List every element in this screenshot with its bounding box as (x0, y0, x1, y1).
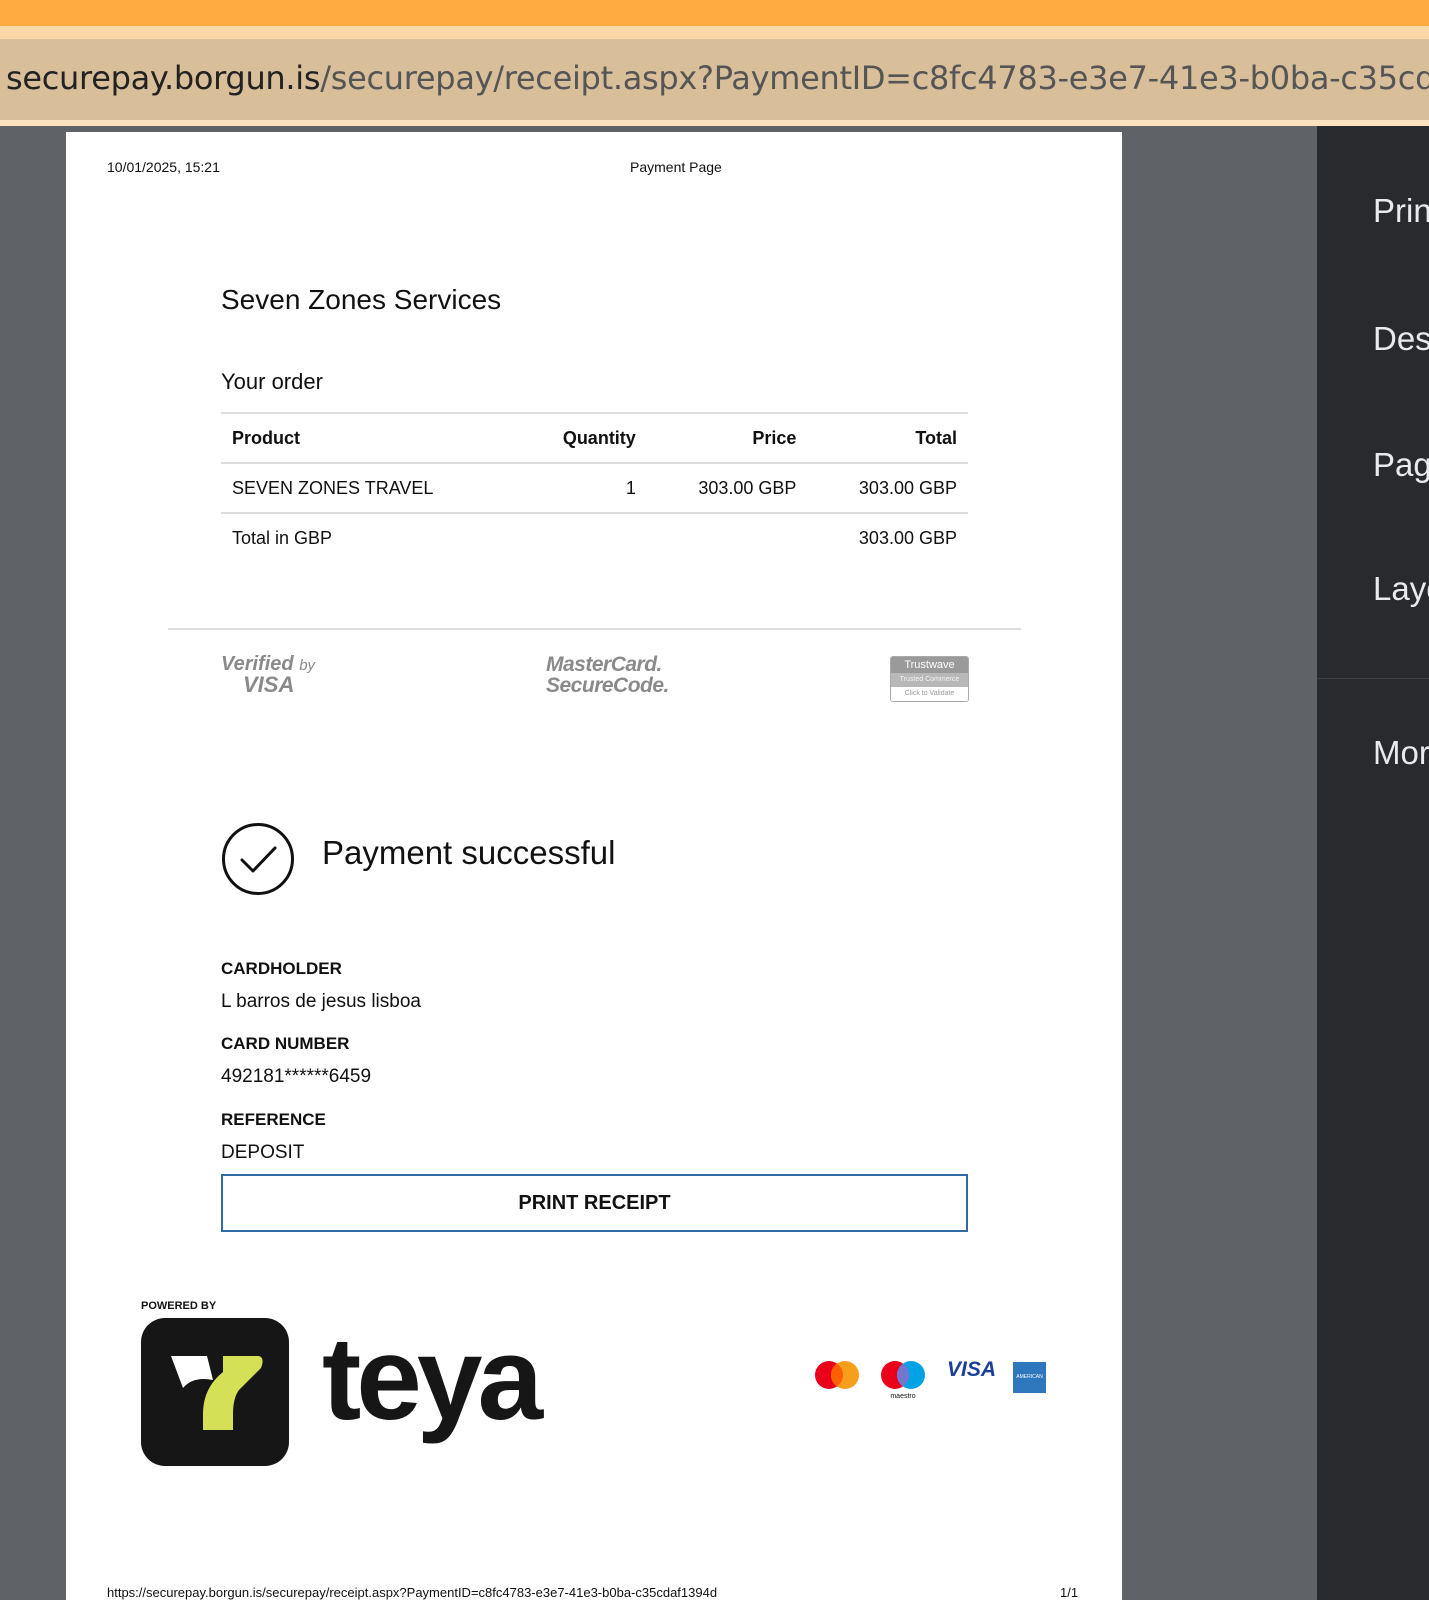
url-path: /securepay/receipt.aspx?PaymentID=c8fc47… (320, 59, 1429, 97)
browser-top-bar-highlight (0, 26, 1429, 39)
trustwave-validate: Click to Validate (891, 687, 968, 701)
item-price: 303.00 GBP (646, 463, 808, 514)
card-number-label: CARD NUMBER (221, 1034, 350, 1053)
column-quantity: Quantity (519, 412, 647, 464)
mastercard-securecode-logo: MasterCard. SecureCode. (546, 654, 669, 696)
maestro-icon: maestro (881, 1361, 925, 1400)
reference-value: DEPOSIT (221, 1142, 305, 1163)
teya-logo-icon (141, 1318, 289, 1466)
msc-securecode: SecureCode. (546, 674, 669, 697)
address-bar[interactable]: securepay.borgun.is/securepay/receipt.as… (0, 39, 1429, 120)
trustwave-trusted-commerce: Trusted Commerce (891, 673, 968, 687)
print-title: Print (1373, 192, 1429, 229)
item-quantity: 1 (519, 463, 647, 514)
destination-setting[interactable]: Dest (1373, 320, 1429, 358)
vbv-by: by (299, 657, 316, 674)
print-header-datetime: 10/01/2025, 15:21 (107, 159, 220, 175)
msc-mastercard: MasterCard. (546, 653, 662, 676)
verified-by-visa-logo: Verified by VISA (221, 654, 315, 696)
cardholder-value: L barros de jesus lisboa (221, 991, 421, 1012)
url-host: securepay.borgun.is (6, 59, 321, 97)
card-number-value: 492181******6459 (221, 1066, 372, 1087)
teya-wordmark: teya (322, 1313, 543, 1445)
cardholder-label: CARDHOLDER (221, 959, 342, 978)
address-bar-border (0, 120, 1429, 126)
settings-divider (1317, 678, 1429, 679)
more-settings[interactable]: Mor (1373, 734, 1429, 772)
column-product: Product (221, 412, 520, 464)
print-footer-page: 1/1 (1060, 1585, 1079, 1600)
print-settings-panel: Print Dest Page Layo Mor (1317, 126, 1429, 1600)
order-heading: Your order (221, 369, 323, 394)
merchant-name: Seven Zones Services (221, 284, 502, 315)
pages-setting[interactable]: Page (1373, 446, 1429, 484)
order-table-header: Product Quantity Price Total (221, 412, 968, 464)
print-footer-url: https://securepay.borgun.is/securepay/re… (107, 1585, 718, 1600)
trustwave-seal[interactable]: Trustwave Trusted Commerce Click to Vali… (890, 656, 969, 702)
payment-status: Payment successful (322, 834, 616, 871)
item-total: 303.00 GBP (807, 463, 968, 514)
checkmark-circle-icon (222, 823, 294, 895)
amex-icon: AMERICAN EXPRESS (1013, 1362, 1046, 1411)
column-price: Price (646, 412, 808, 464)
order-table: Product Quantity Price Total SEVEN ZONES… (221, 412, 968, 563)
print-receipt-button[interactable]: PRINT RECEIPT (221, 1174, 968, 1232)
browser-top-bar (0, 0, 1429, 26)
address-bar-url[interactable]: securepay.borgun.is/securepay/receipt.as… (6, 59, 1429, 97)
column-total: Total (807, 412, 968, 464)
order-total-row: Total in GBP 303.00 GBP (221, 513, 968, 563)
vbv-visa: VISA (243, 672, 295, 697)
maestro-label: maestro (890, 1393, 915, 1400)
powered-by-label: POWERED BY (141, 1300, 217, 1312)
layout-setting[interactable]: Layo (1373, 570, 1429, 608)
table-row: SEVEN ZONES TRAVEL 1 303.00 GBP 303.00 G… (221, 463, 968, 514)
reference-label: REFERENCE (221, 1110, 326, 1129)
mastercard-icon (815, 1361, 859, 1389)
visa-icon: VISA (947, 1358, 997, 1381)
item-product: SEVEN ZONES TRAVEL (221, 463, 520, 514)
trustwave-name: Trustwave (891, 657, 968, 673)
total-label: Total in GBP (232, 528, 333, 548)
print-header-title: Payment Page (630, 159, 722, 175)
total-value: 303.00 GBP (858, 528, 957, 548)
divider (168, 628, 1021, 630)
